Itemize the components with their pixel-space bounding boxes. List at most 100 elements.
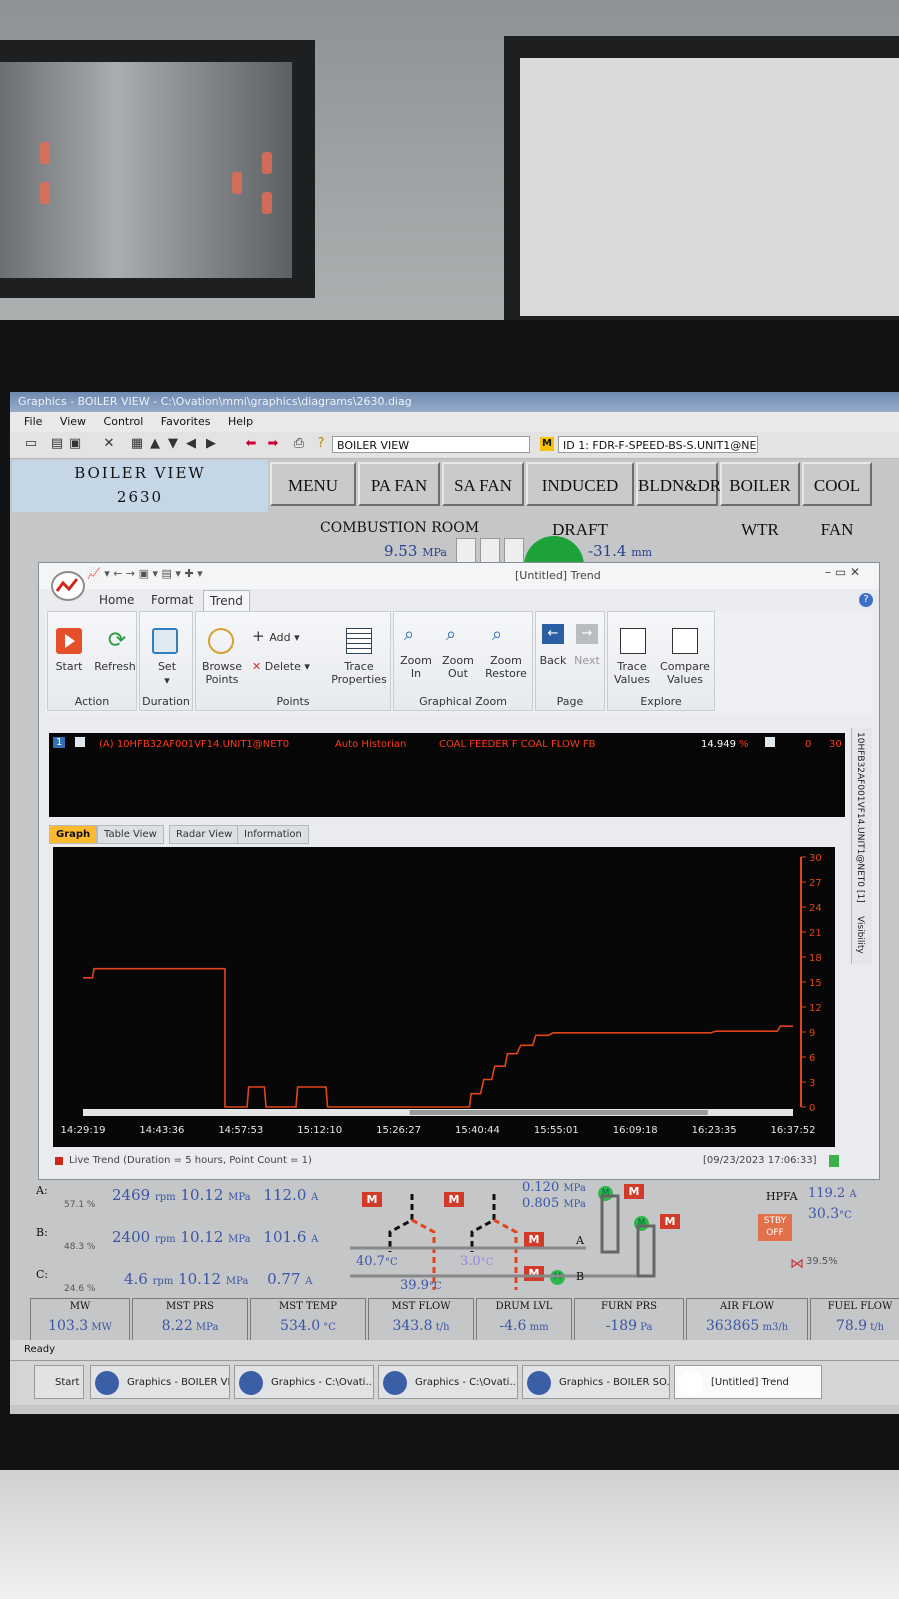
pressure-1: 0.120 MPa	[522, 1180, 586, 1195]
task-graphics-boiler-so[interactable]: Graphics - BOILER SO...	[522, 1365, 670, 1399]
tab-table-view[interactable]: Table View	[97, 825, 164, 844]
task-graphics-boiler-view[interactable]: Graphics - BOILER VI...	[90, 1365, 230, 1399]
arrow-left-icon[interactable]: ◀	[184, 437, 198, 451]
y-tick-label: 30	[809, 853, 822, 864]
trend-title: [Untitled] Trend	[515, 569, 601, 582]
add-button[interactable]: + Add ▾	[252, 629, 312, 645]
summary-label: AIR FLOW	[720, 1301, 774, 1312]
task-graphics-2[interactable]: Graphics - C:\Ovati...	[378, 1365, 518, 1399]
nav-bldn-drn-button[interactable]: BLDN&DRN	[636, 462, 733, 506]
menu-control[interactable]: Control	[104, 415, 144, 428]
menu-view[interactable]: View	[60, 415, 86, 428]
nav-sa-fan-button[interactable]: SA FAN	[442, 462, 524, 506]
standby-button[interactable]: STBY OFF	[758, 1214, 792, 1241]
x-tick-label: 16:23:35	[692, 1125, 737, 1136]
trace-values-icon[interactable]	[620, 628, 646, 654]
compare-values-icon[interactable]	[672, 628, 698, 654]
forward-icon[interactable]: ➡	[266, 437, 280, 451]
group-action-label: Action	[74, 695, 110, 708]
zoom-restore-button[interactable]: Zoom Restore	[480, 654, 532, 680]
start-button[interactable]: Start	[52, 660, 86, 673]
trend-icon	[679, 1371, 703, 1395]
arrow-right-icon[interactable]: ▶	[204, 437, 218, 451]
save-icon[interactable]: ▣	[68, 437, 82, 451]
zoom-out-icon[interactable]: ⌕	[446, 624, 472, 650]
help-icon[interactable]: ?	[859, 593, 873, 607]
back-button[interactable]: Back	[536, 654, 570, 667]
window-controls[interactable]: – ▭ ✕	[825, 565, 860, 579]
point-combo[interactable]: ID 1: FDR-F-SPEED-BS-S.UNIT1@NE	[558, 436, 758, 453]
menu-file[interactable]: File	[24, 415, 42, 428]
start-button-taskbar[interactable]: Start	[34, 1365, 84, 1399]
trace-properties-icon[interactable]	[346, 628, 372, 654]
point-scale-checkbox[interactable]	[765, 737, 775, 747]
summary-furn-prs: FURN PRS -189 Pa	[574, 1298, 684, 1344]
compare-values-button[interactable]: Compare Values	[656, 660, 714, 686]
y-tick-label: 15	[809, 978, 822, 989]
tab-home[interactable]: Home	[99, 593, 134, 607]
browse-points-icon[interactable]	[208, 628, 234, 654]
close-icon[interactable]: ✕	[102, 437, 116, 451]
help-icon[interactable]: ?	[314, 437, 328, 451]
menu-bar: File View Control Favorites Help	[10, 412, 899, 432]
group-page: ← → Back Next Page	[535, 611, 605, 711]
summary-drum-lvl: DRUM LVL -4.6 mm	[476, 1298, 572, 1344]
print-icon[interactable]: ▤	[50, 437, 64, 451]
valve-icon[interactable]: ⋈	[790, 1256, 804, 1272]
nav-pa-fan-button[interactable]: PA FAN	[358, 462, 440, 506]
nav-cool-fan-button[interactable]: COOL FAN	[802, 462, 872, 539]
grid-icon[interactable]: ▦	[130, 437, 144, 451]
tab-format[interactable]: Format	[151, 593, 193, 607]
task-untitled-trend[interactable]: [Untitled] Trend	[674, 1365, 822, 1399]
tab-trend[interactable]: Trend	[203, 590, 250, 611]
trace-properties-button[interactable]: Trace Properties	[328, 660, 390, 686]
arrow-up-icon[interactable]: ▲	[148, 437, 162, 451]
y-tick-label: 3	[809, 1078, 815, 1089]
printer-icon[interactable]: ⎙	[292, 437, 306, 451]
open-icon[interactable]: ▭	[24, 437, 38, 451]
back-icon[interactable]: ⬅	[244, 437, 258, 451]
back-arrow-icon[interactable]: ←	[542, 624, 564, 644]
start-icon[interactable]	[56, 628, 82, 654]
zoom-out-button[interactable]: Zoom Out	[438, 654, 478, 680]
trend-window: [Untitled] Trend 📈 ▾ ← → ▣ ▾ ▤ ▾ ✚ ▾ – ▭…	[38, 562, 880, 1180]
tab-radar-view[interactable]: Radar View	[169, 825, 240, 844]
trace-values-button[interactable]: Trace Values	[610, 660, 654, 686]
summary-fuel-flow: FUEL FLOW 78.9 t/h	[810, 1298, 899, 1344]
task-graphics-3[interactable]: Graphics - C:\Ovati...	[234, 1365, 374, 1399]
temp-1: 40.7°C	[356, 1254, 398, 1269]
y-tick-label: 12	[809, 1003, 822, 1014]
set-dropdown-icon[interactable]: ▾	[140, 674, 194, 687]
nav-menu-button[interactable]: MENU	[270, 462, 356, 506]
nav-induced-draft-button[interactable]: INDUCED DRAFT	[526, 462, 634, 539]
nav-boiler-wtr-button[interactable]: BOILER WTR	[720, 462, 800, 539]
x-tick-label: 14:57:53	[218, 1125, 263, 1136]
menu-help[interactable]: Help	[228, 415, 253, 428]
zoom-in-button[interactable]: Zoom In	[396, 654, 436, 680]
hpfa-label: HPFA	[766, 1190, 798, 1203]
refresh-icon[interactable]: ⟳	[104, 628, 130, 654]
browse-points-button[interactable]: Browse Points	[196, 660, 248, 686]
point-name[interactable]: (A) 10HFB32AF001VF14.UNIT1@NET0	[99, 739, 289, 750]
side-point-tab[interactable]: 10HFB32AF001VF14.UNIT1@NET0 [1] Visibili…	[851, 728, 872, 964]
summary-mst-flow: MST FLOW 343.8 t/h	[368, 1298, 474, 1344]
row-a-values: 2469 rpm 10.12 MPa 112.0 A	[112, 1186, 319, 1204]
tab-information[interactable]: Information	[237, 825, 309, 844]
visibility-tab[interactable]: Visibility	[855, 916, 865, 954]
zoom-in-icon[interactable]: ⌕	[404, 624, 430, 650]
refresh-button[interactable]: Refresh	[92, 660, 138, 673]
point-description: COAL FEEDER F COAL FLOW FB	[439, 739, 596, 750]
delete-button[interactable]: ✕ Delete ▾	[252, 660, 332, 673]
clock-icon[interactable]	[152, 628, 178, 654]
tab-graph[interactable]: Graph	[49, 825, 98, 844]
zoom-restore-icon[interactable]: ⌕	[492, 624, 518, 650]
menu-favorites[interactable]: Favorites	[161, 415, 211, 428]
set-button[interactable]: Set	[140, 660, 194, 673]
arrow-down-icon[interactable]: ▼	[166, 437, 180, 451]
point-visible-checkbox[interactable]	[75, 737, 85, 747]
point-list: 1 (A) 10HFB32AF001VF14.UNIT1@NET0 Auto H…	[49, 733, 845, 817]
combustion-label: COMBUSTION ROOM	[320, 520, 480, 536]
trend-graph[interactable]: 0 3 6 9 12 15 18 21 24 27 30 14:29:19 14:43:36 14:57:…	[53, 847, 835, 1147]
diagram-combo[interactable]: BOILER VIEW	[332, 436, 530, 453]
m-icon[interactable]: M	[540, 437, 554, 451]
